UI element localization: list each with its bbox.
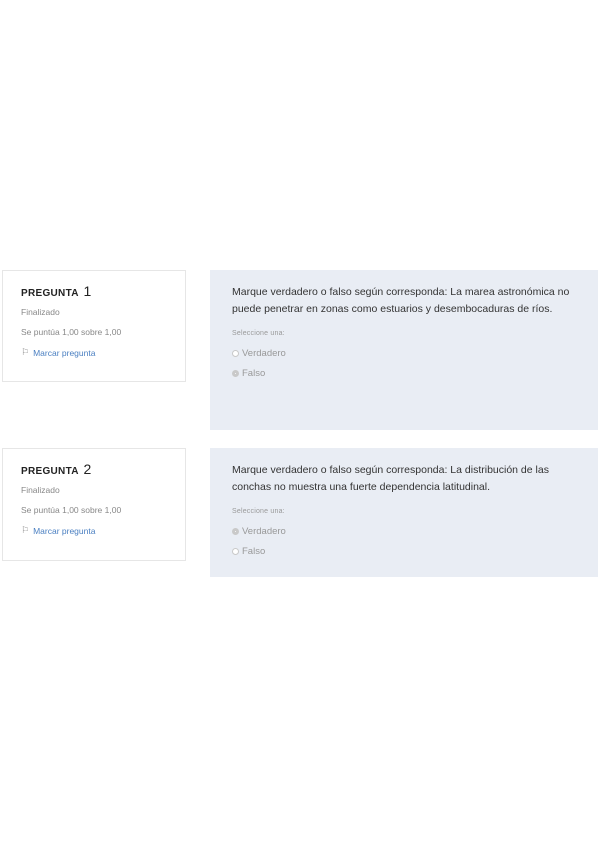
question-state: Finalizado: [21, 307, 60, 317]
option-label: Falso: [242, 367, 266, 379]
question-grade: Se puntúa 1,00 sobre 1,00: [21, 505, 122, 515]
flag-question-label: Marcar pregunta: [33, 525, 96, 536]
question-info-panel: PREGUNTA 1 Finalizado Se puntúa 1,00 sob…: [2, 270, 186, 382]
question-title: PREGUNTA 1: [21, 283, 167, 299]
question-number: 1: [83, 283, 92, 299]
answer-option-falso[interactable]: Falso: [232, 541, 578, 561]
question-content: Marque verdadero o falso según correspon…: [210, 448, 598, 577]
question-text: Marque verdadero o falso según correspon…: [232, 464, 549, 493]
question-text: Marque verdadero o falso según correspon…: [232, 286, 570, 315]
flag-question-link[interactable]: ⚐ Marcar pregunta: [21, 347, 167, 358]
question-label: PREGUNTA: [21, 288, 79, 299]
answer-option-verdadero[interactable]: Verdadero: [232, 343, 578, 363]
option-label: Verdadero: [242, 525, 286, 537]
flag-question-label: Marcar pregunta: [33, 347, 96, 358]
radio-button-selected[interactable]: [232, 369, 239, 377]
answer-options: Verdadero Falso: [232, 521, 578, 561]
answer-options: Verdadero Falso: [232, 343, 578, 383]
question-content: Marque verdadero o falso según correspon…: [210, 270, 598, 430]
question-grade: Se puntúa 1,00 sobre 1,00: [21, 327, 122, 337]
question-info-panel: PREGUNTA 2 Finalizado Se puntúa 1,00 sob…: [2, 448, 186, 561]
option-label: Verdadero: [242, 347, 286, 359]
option-label: Falso: [242, 545, 266, 557]
question-number: 2: [83, 461, 92, 477]
question-label: PREGUNTA: [21, 466, 79, 477]
question-title: PREGUNTA 2: [21, 461, 167, 477]
flag-question-link[interactable]: ⚐ Marcar pregunta: [21, 525, 167, 536]
radio-button-selected[interactable]: [232, 527, 239, 535]
answer-prompt: Seleccione una:: [232, 330, 285, 337]
flag-icon: ⚐: [21, 525, 30, 535]
radio-button[interactable]: [232, 547, 239, 555]
answer-prompt: Seleccione una:: [232, 508, 285, 515]
answer-option-verdadero[interactable]: Verdadero: [232, 521, 578, 541]
flag-icon: ⚐: [21, 347, 30, 357]
radio-button[interactable]: [232, 349, 239, 357]
question-state: Finalizado: [21, 485, 60, 495]
answer-option-falso[interactable]: Falso: [232, 363, 578, 383]
